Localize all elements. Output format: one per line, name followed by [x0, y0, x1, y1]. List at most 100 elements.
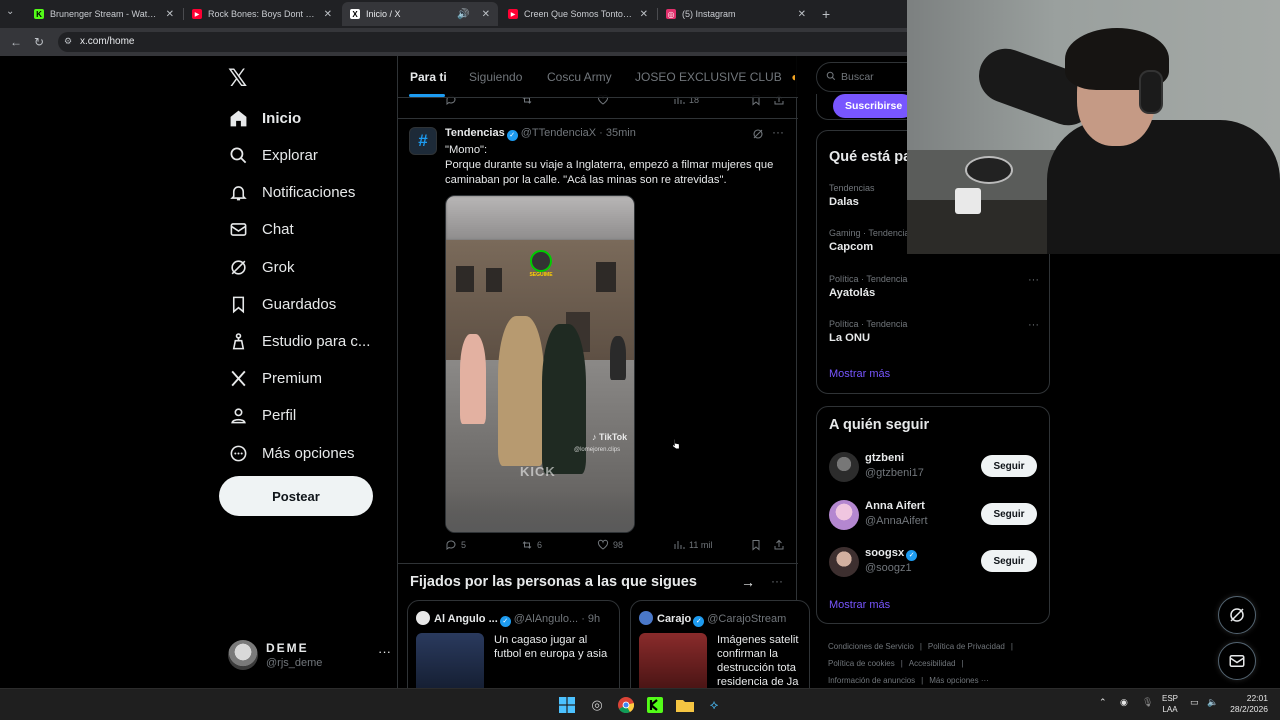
nav-item-premium[interactable]: Premium: [228, 363, 322, 393]
microphone-icon[interactable]: 🎙: [1142, 697, 1153, 708]
account-switcher[interactable]: DEME @rjs_deme ···: [228, 638, 391, 674]
hashtag-avatar-icon[interactable]: #: [409, 127, 437, 155]
follow-suggestion[interactable]: Anna Aifert @AnnaAifert Seguir: [829, 497, 1039, 531]
nav-label: Perfil: [262, 406, 297, 424]
reload-icon[interactable]: ↻: [34, 35, 44, 49]
youtube-icon: ▶: [508, 9, 518, 19]
follow-suggestion[interactable]: soogsx ✓ @soogz1 Seguir: [829, 544, 1039, 578]
volume-icon[interactable]: 🔈: [1207, 697, 1218, 708]
nav-item-estudio[interactable]: Estudio para c...: [228, 326, 370, 356]
pinned-card[interactable]: Carajo ✓ @CarajoStream Imágenes satelit co…: [630, 600, 810, 688]
browser-tab-rock-bones[interactable]: ▶ Rock Bones: Boys Dont Cry - Pe ✕: [184, 2, 340, 26]
app-icon[interactable]: ⟡: [704, 695, 724, 715]
tweet-author-name[interactable]: Tendencias: [445, 127, 505, 139]
more-icon[interactable]: ···: [378, 644, 391, 659]
kick-icon[interactable]: [645, 695, 665, 715]
close-icon[interactable]: ✕: [166, 9, 174, 20]
back-icon[interactable]: ←: [10, 35, 22, 49]
browser-tab-creen-que[interactable]: ▶ Creen Que Somos Tontos - You ✕: [500, 2, 656, 26]
network-icon[interactable]: ▭: [1190, 697, 1199, 708]
messages-float-button[interactable]: [1218, 642, 1256, 680]
close-icon[interactable]: ✕: [640, 9, 648, 20]
pinned-thumbnail: [639, 633, 707, 688]
folder-icon[interactable]: [675, 695, 695, 715]
bookmark-icon[interactable]: [750, 539, 766, 551]
follow-button[interactable]: Seguir: [981, 550, 1037, 572]
nav-item-mas-opciones[interactable]: Más opciones: [228, 438, 355, 468]
trends-title: Qué está pa: [829, 149, 912, 165]
follow-button[interactable]: Seguir: [981, 503, 1037, 525]
feed-tabs: Para ti Siguiendo Coscu Army JOSEO EXCLU…: [398, 56, 798, 98]
tweet-video[interactable]: SEGUIME ♪ TikTok @lomejoren.clips KICK: [445, 195, 635, 533]
chevron-up-icon[interactable]: ⌃: [1099, 697, 1107, 708]
speaker-icon[interactable]: 🔊: [457, 9, 469, 20]
footer-link[interactable]: Política de cookies: [828, 659, 895, 668]
nav-item-explorar[interactable]: Explorar: [228, 140, 318, 170]
language-indicator[interactable]: ESP LAA: [1162, 693, 1178, 715]
show-more-link[interactable]: Mostrar más: [829, 368, 890, 380]
windows-start-icon[interactable]: [557, 695, 577, 715]
tab-coscu-army[interactable]: Coscu Army: [547, 70, 612, 84]
grok-icon: [1230, 608, 1244, 622]
follow-name: gtzbeni: [865, 452, 905, 464]
nav-item-notificaciones[interactable]: Notificaciones: [228, 177, 355, 207]
grok-float-button[interactable]: [1218, 596, 1256, 634]
close-icon[interactable]: ✕: [482, 9, 490, 20]
windows-taskbar: ◎ ⟡ ⌃ ◉ 🎙 ESP LAA ▭ 🔈 22:01 28/2/2026: [0, 688, 1280, 720]
x-logo-icon[interactable]: 𝕏: [228, 67, 250, 91]
url-field[interactable]: ⚙ x.com/home: [58, 32, 918, 52]
close-icon[interactable]: ✕: [324, 9, 332, 20]
nav-item-guardados[interactable]: Guardados: [228, 289, 336, 319]
avatar: [829, 452, 859, 482]
repost-button[interactable]: 6: [521, 539, 542, 551]
site-info-icon[interactable]: ⚙: [64, 36, 72, 47]
tab-overflow-icon[interactable]: ◖: [790, 70, 797, 84]
tab-search-icon[interactable]: ⌄: [6, 6, 14, 17]
footer-links: Condiciones de Servicio | Política de Priv…: [828, 642, 1013, 685]
follow-name: soogsx: [865, 547, 905, 559]
views-button[interactable]: 11 mil: [673, 539, 712, 551]
reply-button[interactable]: 5: [445, 539, 466, 551]
more-icon[interactable]: ···: [772, 125, 784, 139]
footer-link[interactable]: Condiciones de Servicio: [828, 642, 914, 651]
share-icon[interactable]: [773, 539, 789, 551]
close-icon[interactable]: ✕: [798, 9, 806, 20]
arrow-right-icon[interactable]: →: [741, 574, 755, 590]
nav-label: Inicio: [262, 109, 302, 127]
tweet-author-handle[interactable]: @TTendenciaX: [521, 127, 596, 139]
browser-tab-instagram[interactable]: ◎ (5) Instagram ✕: [658, 2, 814, 26]
follow-suggestion[interactable]: gtzbeni @gtzbeni17 Seguir: [829, 449, 1039, 483]
new-tab-icon[interactable]: +: [822, 6, 830, 22]
trend-item[interactable]: Política · Tendencia La ONU ···: [829, 319, 1039, 344]
app-icon[interactable]: ◎: [587, 695, 607, 715]
tweet-timestamp[interactable]: · 35min: [599, 127, 636, 139]
tab-para-ti[interactable]: Para ti: [410, 70, 447, 84]
nav-item-inicio[interactable]: Inicio: [228, 103, 301, 133]
pinned-card[interactable]: Al Angulo ... ✓ @AlAngulo... · 9h Un cagas…: [407, 600, 620, 688]
tweet[interactable]: # Tendencias ✓ @TTendenciaX · 35min ··· "M…: [398, 118, 798, 564]
browser-tab-brunenger[interactable]: K Brunenger Stream - Watch Live ✕: [26, 2, 182, 26]
footer-link[interactable]: Información de anuncios: [828, 676, 915, 685]
follow-button[interactable]: Seguir: [981, 455, 1037, 477]
discord-icon[interactable]: ◉: [1120, 697, 1128, 708]
browser-tab-inicio-x[interactable]: X Inicio / X 🔊 ✕: [342, 2, 498, 26]
show-more-link[interactable]: Mostrar más: [829, 599, 890, 611]
tab-siguiendo[interactable]: Siguiendo: [469, 70, 522, 84]
more-icon[interactable]: ···: [1028, 274, 1039, 286]
subscribe-button[interactable]: Suscribirse: [833, 94, 915, 118]
nav-item-perfil[interactable]: Perfil: [228, 400, 296, 430]
nav-item-grok[interactable]: Grok: [228, 252, 295, 282]
trend-item[interactable]: Política · Tendencia Ayatolás ···: [829, 274, 1039, 299]
tab-joseo-exclusive-club[interactable]: JOSEO EXCLUSIVE CLUB: [635, 70, 782, 84]
footer-link[interactable]: Accesibilidad: [909, 659, 956, 668]
chrome-icon[interactable]: [616, 695, 636, 715]
post-button[interactable]: Postear: [219, 476, 373, 516]
clock[interactable]: 22:01 28/2/2026: [1224, 693, 1268, 715]
more-icon[interactable]: ···: [771, 574, 783, 588]
footer-link[interactable]: Más opciones ···: [929, 676, 989, 685]
more-icon[interactable]: ···: [1028, 319, 1039, 331]
repost-icon: [522, 541, 532, 549]
nav-item-chat[interactable]: Chat: [228, 214, 294, 244]
like-button[interactable]: 98: [597, 539, 623, 551]
footer-link[interactable]: Política de Privacidad: [928, 642, 1005, 651]
